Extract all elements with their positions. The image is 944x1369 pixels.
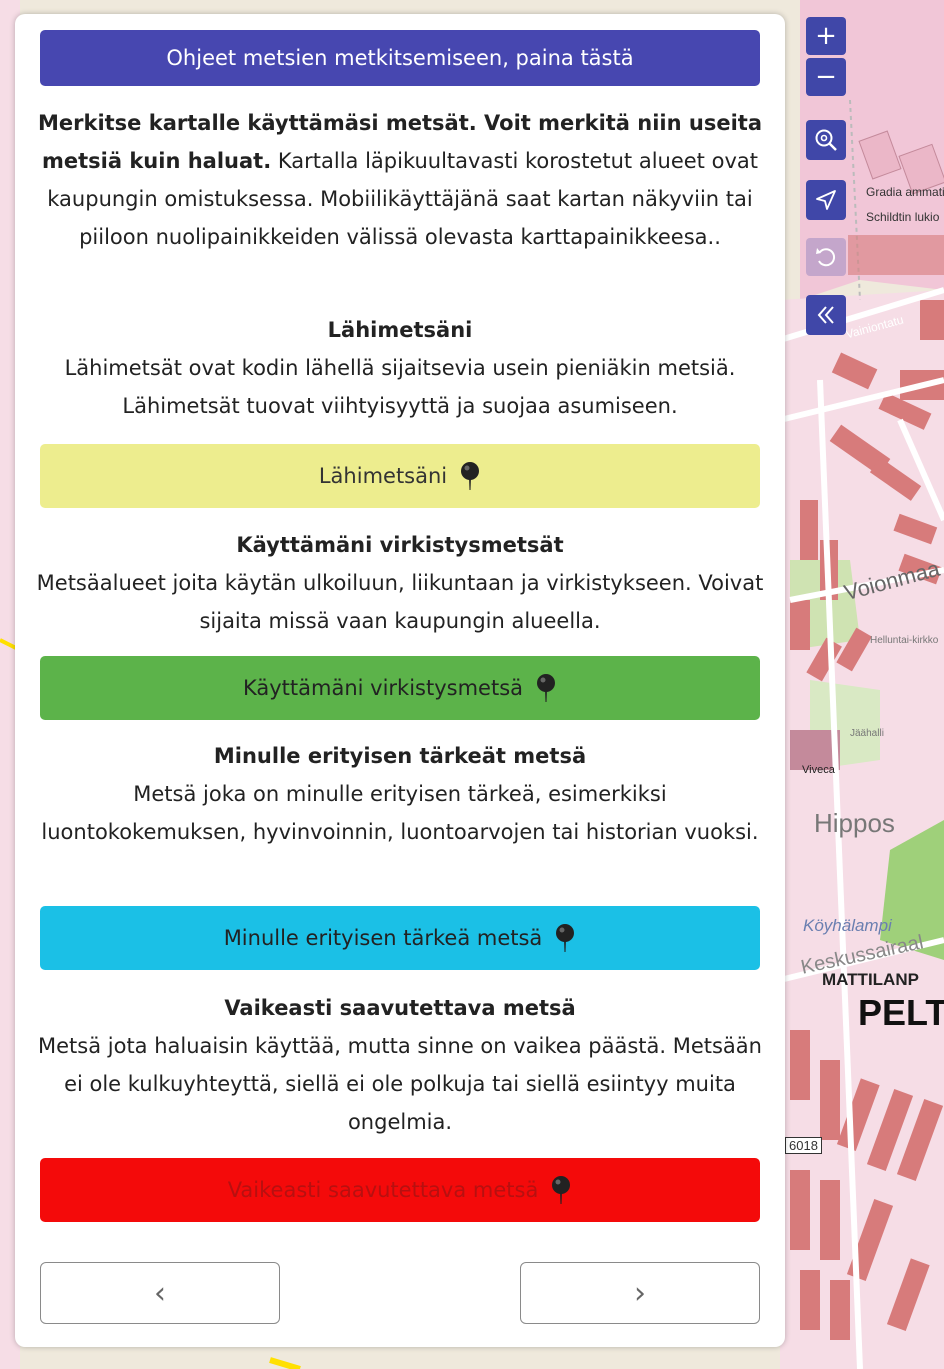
add-near-forest-button[interactable]: Lähimetsäni bbox=[40, 444, 760, 508]
map-label-road-number: 6018 bbox=[785, 1137, 822, 1154]
rotate-icon bbox=[813, 244, 839, 270]
minus-icon: − bbox=[815, 62, 837, 92]
map-pin-icon bbox=[554, 923, 576, 953]
zoom-in-button[interactable]: + bbox=[806, 17, 846, 55]
button-label: Käyttämäni virkistysmetsä bbox=[242, 676, 524, 700]
add-hard-to-reach-forest-button[interactable]: Vaikeasti saavutettava metsä bbox=[40, 1158, 760, 1222]
locate-arrow-icon bbox=[813, 187, 839, 213]
help-button[interactable]: Ohjeet metsien metkitsemiseen, paina täs… bbox=[40, 30, 760, 86]
previous-button[interactable]: ‹ bbox=[40, 1262, 280, 1324]
button-label: Minulle erityisen tärkeä metsä bbox=[223, 926, 543, 950]
map-label-ice-hall: Jäähalli bbox=[850, 728, 884, 739]
help-button-label: Ohjeet metsien metkitsemiseen, paina täs… bbox=[166, 46, 634, 70]
map-label-school2: Schildtin lukio bbox=[866, 210, 940, 224]
button-label: Lähimetsäni bbox=[318, 464, 448, 488]
search-location-icon bbox=[813, 127, 839, 153]
category-description: Metsä jota haluaisin käyttää, mutta sinn… bbox=[38, 1034, 762, 1134]
chevron-left-icon: ‹ bbox=[154, 1275, 166, 1311]
category-description: Metsä joka on minulle erityisen tärkeä, … bbox=[41, 782, 759, 844]
category-important: Minulle erityisen tärkeät metsä Metsä jo… bbox=[35, 737, 765, 851]
map-pin-icon bbox=[535, 673, 557, 703]
map-label-area-2: MATTILANP bbox=[822, 970, 919, 989]
search-location-button[interactable] bbox=[806, 120, 846, 160]
category-heading: Lähimetsäni bbox=[327, 318, 473, 342]
category-hard-to-reach: Vaikeasti saavutettava metsä Metsä jota … bbox=[35, 989, 765, 1141]
map-label-area-3: PELT bbox=[858, 992, 944, 1033]
category-description: Lähimetsät ovat kodin lähellä sijaitsevi… bbox=[64, 356, 736, 418]
category-recreation: Käyttämäni virkistysmetsät Metsäalueet j… bbox=[35, 526, 765, 640]
map-pin-icon bbox=[550, 1175, 572, 1205]
category-description: Metsäalueet joita käytän ulkoiluun, liik… bbox=[36, 571, 764, 633]
add-recreation-forest-button[interactable]: Käyttämäni virkistysmetsä bbox=[40, 656, 760, 720]
map-label-shop: Viveca bbox=[802, 764, 835, 776]
instruction-panel: Ohjeet metsien metkitsemiseen, paina täs… bbox=[15, 14, 785, 1347]
map-label-school: Gradia ammatillinen bbox=[866, 185, 944, 199]
category-heading: Minulle erityisen tärkeät metsä bbox=[213, 744, 587, 768]
category-heading: Käyttämäni virkistysmetsät bbox=[236, 533, 564, 557]
next-button[interactable]: › bbox=[520, 1262, 760, 1324]
map-label-lake: Köyhälampi bbox=[803, 916, 892, 935]
category-near: Lähimetsäni Lähimetsät ovat kodin lähell… bbox=[35, 311, 765, 425]
map-pin-icon bbox=[459, 461, 481, 491]
plus-icon: + bbox=[815, 21, 837, 51]
collapse-panel-icon bbox=[813, 302, 839, 328]
collapse-panel-button[interactable] bbox=[806, 295, 846, 335]
map-label-church: Helluntai-kirkko bbox=[870, 635, 939, 646]
add-important-forest-button[interactable]: Minulle erityisen tärkeä metsä bbox=[40, 906, 760, 970]
chevron-right-icon: › bbox=[634, 1275, 646, 1311]
button-label: Vaikeasti saavutettava metsä bbox=[227, 1178, 539, 1202]
map-label-area-1: Hippos bbox=[814, 808, 895, 838]
zoom-out-button[interactable]: − bbox=[806, 58, 846, 96]
locate-button[interactable] bbox=[806, 180, 846, 220]
rotate-button[interactable] bbox=[806, 238, 846, 276]
category-heading: Vaikeasti saavutettava metsä bbox=[224, 996, 576, 1020]
intro-text: Merkitse kartalle käyttämäsi metsät. Voi… bbox=[35, 104, 765, 256]
